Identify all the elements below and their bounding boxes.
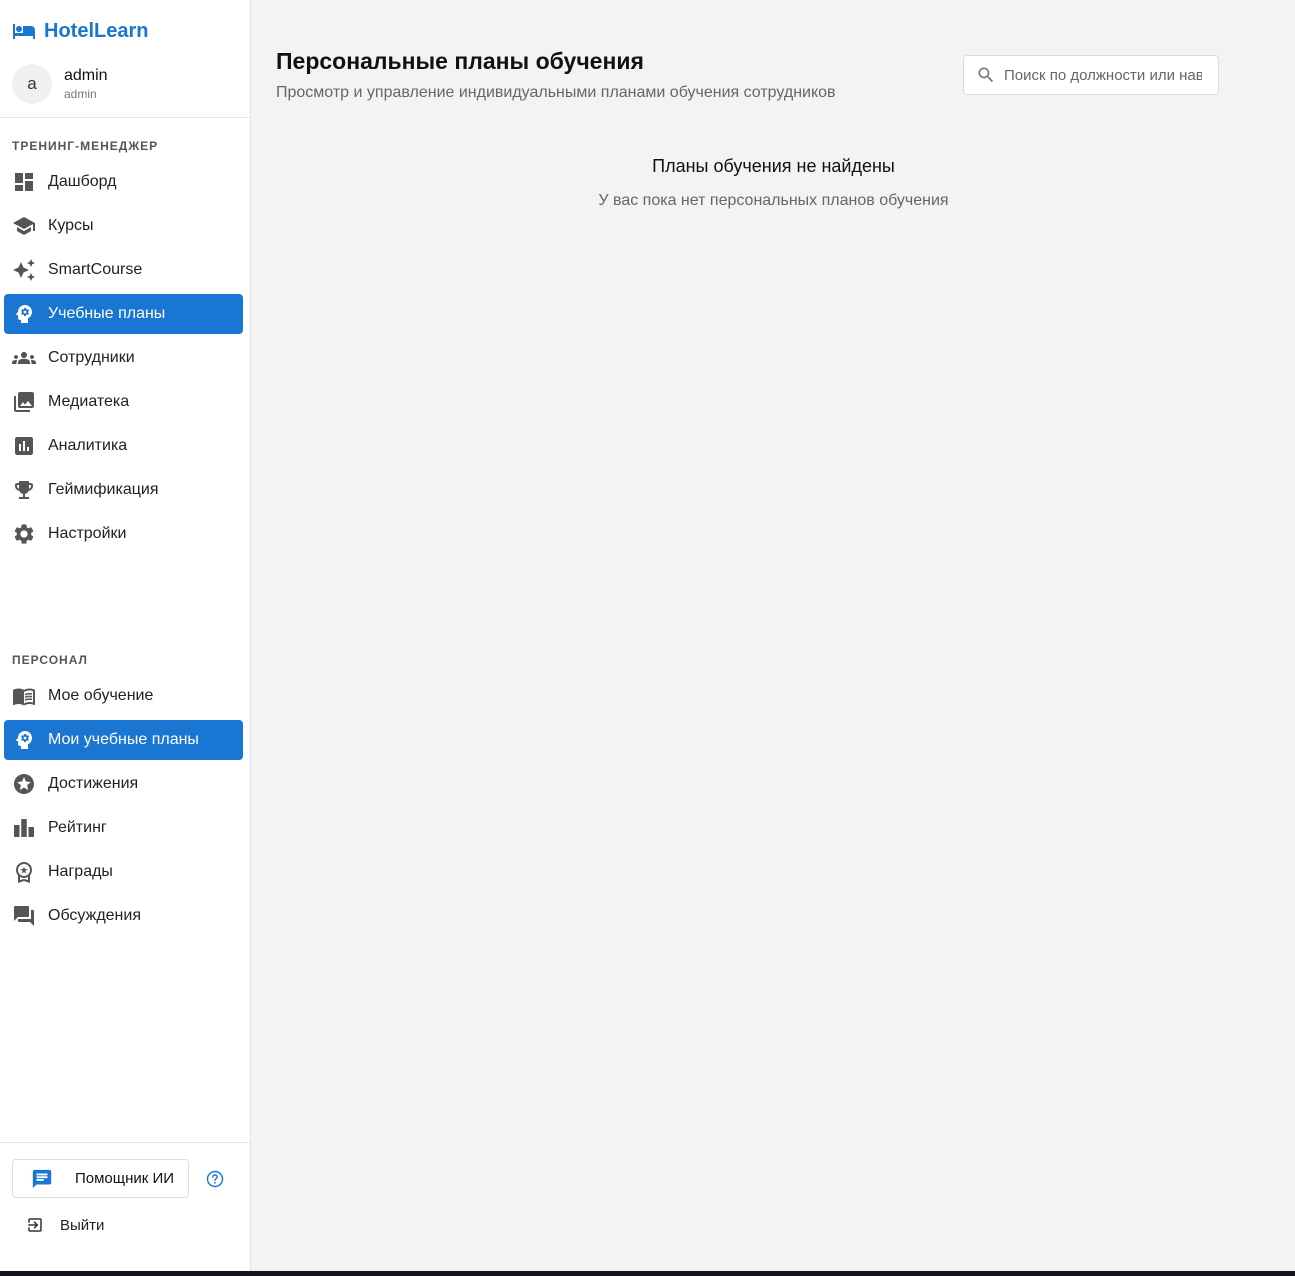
divider (0, 117, 251, 118)
section-title-manager: ТРЕНИНГ-МЕНЕДЖЕР (12, 139, 159, 153)
school-icon (13, 217, 35, 235)
sidebar-item-achievements[interactable]: Достижения (4, 764, 243, 804)
avatar: a (12, 64, 52, 104)
sparkles-icon (13, 259, 35, 281)
logout-label: Выйти (60, 1216, 105, 1234)
sidebar-item-my-learning-plans[interactable]: Мои учебные планы (4, 720, 243, 760)
sidebar-item-label: Аналитика (48, 437, 128, 454)
sidebar-item-media-library[interactable]: Медиатека (4, 382, 243, 422)
sidebar: HotelLearn a admin admin ТРЕНИНГ-МЕНЕДЖЕ… (0, 0, 251, 1271)
sidebar-item-discussions[interactable]: Обсуждения (4, 896, 243, 936)
user-profile[interactable]: a admin admin (12, 64, 108, 104)
photo-library-icon (14, 392, 34, 412)
sidebar-item-label: Достижения (48, 775, 139, 792)
page-subtitle: Просмотр и управление индивидуальными пл… (276, 84, 836, 101)
sidebar-item-rewards[interactable]: Награды (4, 852, 243, 892)
sidebar-item-settings[interactable]: Настройки (4, 514, 243, 554)
analytics-icon (15, 437, 33, 455)
section-title-personal: ПЕРСОНАЛ (12, 653, 88, 667)
sidebar-item-label: Сотрудники (48, 349, 135, 366)
search-box[interactable] (963, 55, 1219, 95)
sidebar-item-label: SmartCourse (48, 261, 143, 278)
user-name: admin (64, 67, 108, 84)
sidebar-item-smartcourse[interactable]: SmartCourse (4, 250, 243, 290)
forum-icon (14, 906, 34, 926)
sidebar-item-dashboard[interactable]: Дашборд (4, 162, 243, 202)
sidebar-item-gamification[interactable]: Геймификация (4, 470, 243, 510)
user-role: admin (64, 87, 97, 101)
divider (0, 1142, 251, 1143)
sidebar-item-courses[interactable]: Курсы (4, 206, 243, 246)
brand[interactable]: HotelLearn (12, 19, 148, 43)
sidebar-item-label: Геймификация (48, 481, 159, 498)
psychology-icon (15, 305, 32, 323)
logout-button[interactable]: Выйти (26, 1216, 104, 1234)
help-icon[interactable] (206, 1170, 224, 1188)
sidebar-item-label: Дашборд (48, 173, 117, 190)
sidebar-item-rating[interactable]: Рейтинг (4, 808, 243, 848)
empty-state-text: У вас пока нет персональных планов обуче… (598, 192, 949, 209)
sidebar-item-label: Учебные планы (48, 305, 166, 322)
empty-state-title: Планы обучения не найдены (652, 156, 895, 176)
logout-icon (28, 1218, 42, 1232)
sidebar-item-label: Настройки (48, 525, 127, 542)
stars-icon (14, 774, 34, 794)
dashboard-icon (15, 173, 33, 191)
sidebar-item-employees[interactable]: Сотрудники (4, 338, 243, 378)
ai-assistant-button[interactable]: Помощник ИИ (12, 1159, 189, 1198)
trophy-icon (15, 481, 33, 499)
sidebar-item-label: Курсы (48, 217, 94, 234)
groups-icon (12, 352, 36, 364)
search-icon (978, 67, 994, 83)
search-input[interactable] (1004, 66, 1202, 84)
chat-icon (32, 1169, 52, 1188)
award-icon (16, 862, 32, 883)
sidebar-item-label: Медиатека (48, 393, 130, 410)
sidebar-item-label: Мои учебные планы (48, 731, 199, 748)
sidebar-item-label: Обсуждения (48, 907, 141, 924)
page-title: Персональные планы обучения (276, 48, 644, 74)
sidebar-item-analytics[interactable]: Аналитика (4, 426, 243, 466)
sidebar-item-label: Мое обучение (48, 687, 154, 704)
hotel-bed-icon (13, 24, 35, 39)
brand-name: HotelLearn (44, 19, 149, 42)
sidebar-item-learning-plans[interactable]: Учебные планы (4, 294, 243, 334)
sidebar-item-label: Рейтинг (48, 819, 107, 836)
settings-icon (14, 524, 34, 544)
sidebar-item-my-learning[interactable]: Мое обучение (4, 676, 243, 716)
leaderboard-icon (14, 819, 34, 837)
sidebar-item-label: Награды (48, 863, 113, 880)
bottom-bar (0, 1271, 1295, 1276)
psychology-icon (15, 731, 32, 749)
ai-assistant-label: Помощник ИИ (75, 1170, 175, 1187)
menu-book-icon (13, 688, 35, 706)
